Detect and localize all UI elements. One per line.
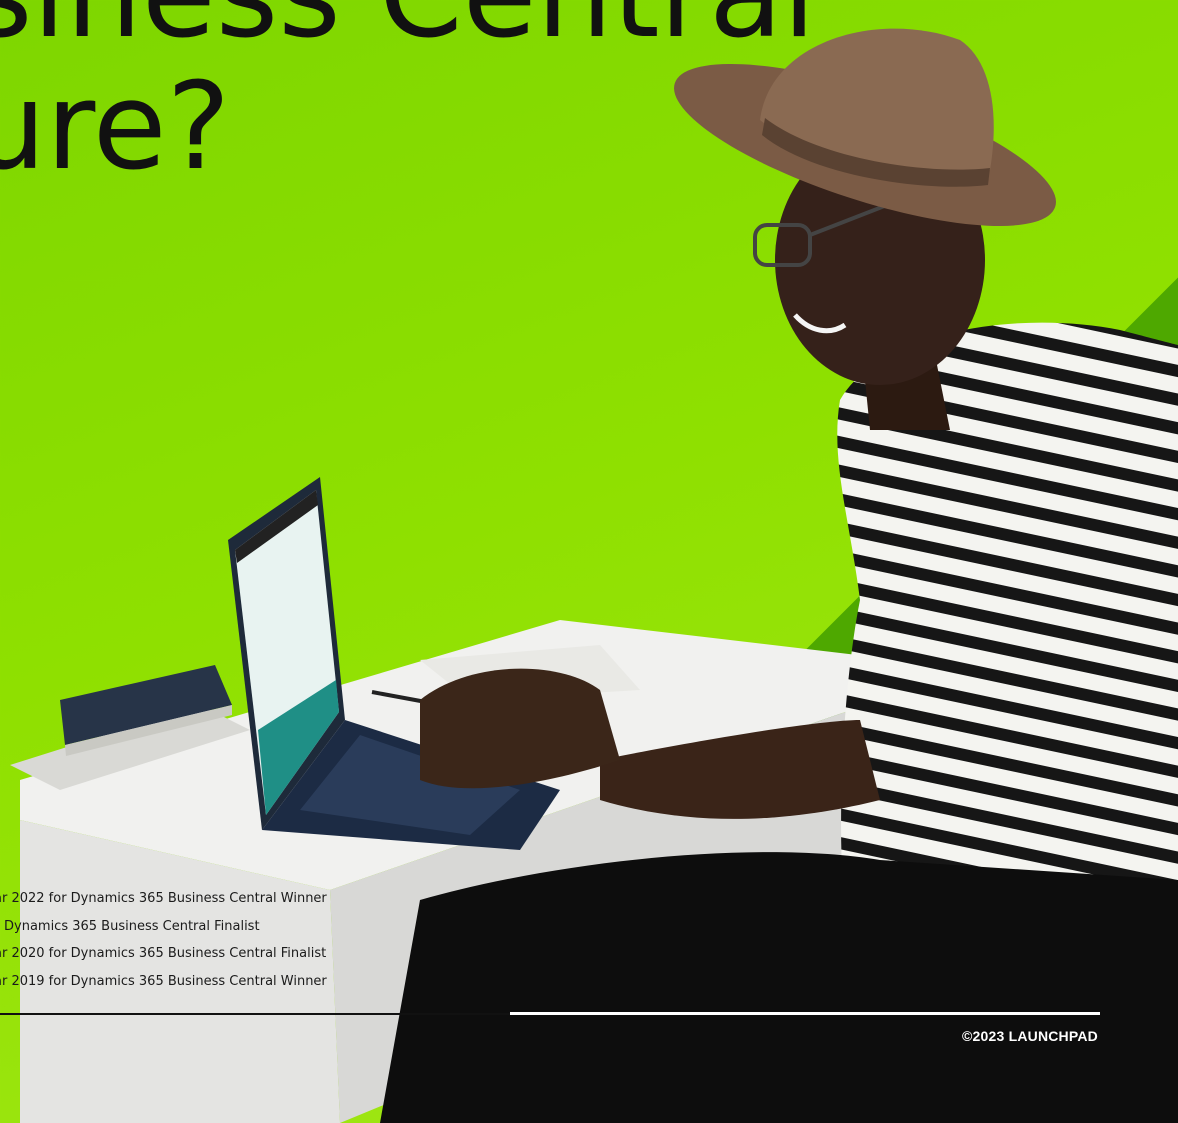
awards-list: ar 2022 for Dynamics 365 Business Centra… <box>0 885 327 995</box>
divider-light <box>510 1012 1100 1015</box>
trousers <box>380 852 1178 1123</box>
page: { "headline": { "line1": "siness Central… <box>0 0 1178 1123</box>
award-item: ar 2022 for Dynamics 365 Business Centra… <box>0 891 327 906</box>
award-item: Dynamics 365 Business Central Finalist <box>4 918 260 934</box>
divider-dark <box>0 1013 520 1015</box>
award-item: ar 2019 for Dynamics 365 Business Centra… <box>0 973 327 989</box>
copyright-text: ©2023 LAUNCHPAD <box>962 1028 1098 1044</box>
award-item: ar 2020 for Dynamics 365 Business Centra… <box>0 946 327 961</box>
